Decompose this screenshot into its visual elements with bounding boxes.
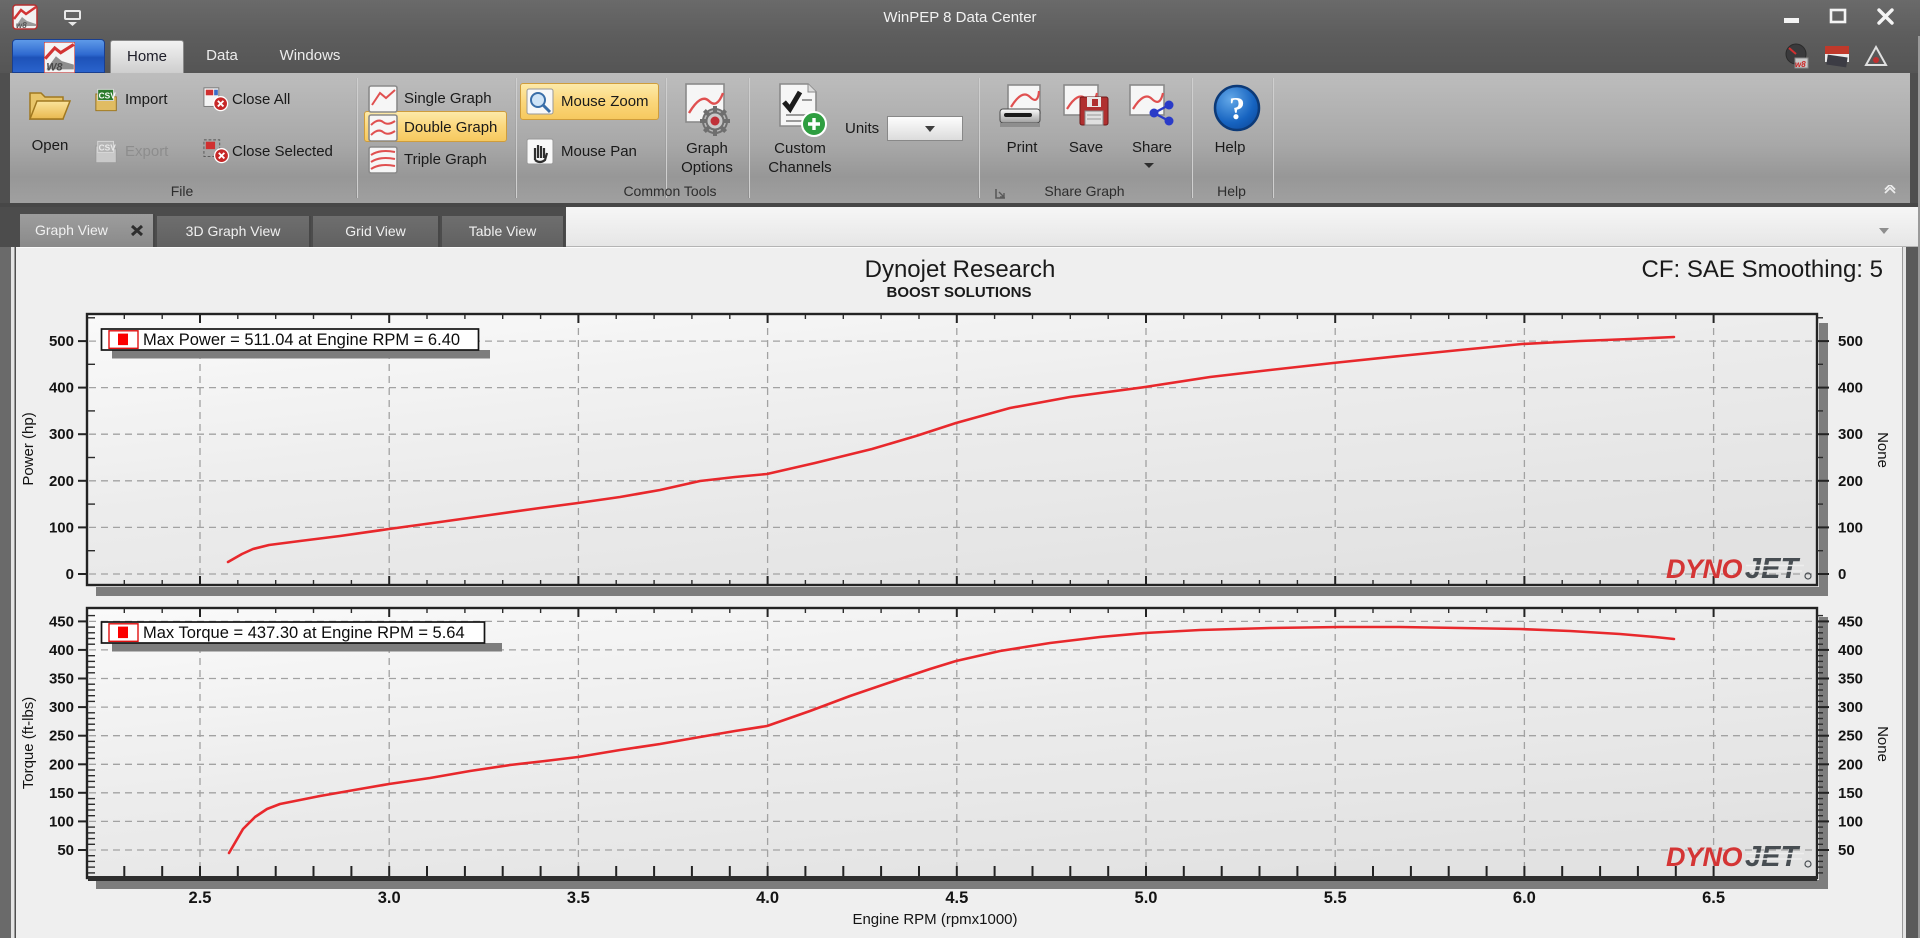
svg-text:400: 400 bbox=[49, 642, 74, 659]
svg-text:500: 500 bbox=[1838, 333, 1863, 350]
svg-text:DYNO: DYNO bbox=[1666, 554, 1743, 584]
svg-text:300: 300 bbox=[1838, 699, 1863, 716]
svg-text:300: 300 bbox=[49, 699, 74, 716]
svg-text:JET: JET bbox=[1745, 841, 1800, 873]
svg-text:4.0: 4.0 bbox=[756, 889, 779, 907]
svg-text:150: 150 bbox=[1838, 785, 1863, 802]
svg-text:200: 200 bbox=[1838, 756, 1863, 773]
svg-text:250: 250 bbox=[49, 728, 74, 745]
svg-text:200: 200 bbox=[1838, 473, 1863, 490]
svg-text:0: 0 bbox=[1838, 566, 1846, 583]
svg-text:100: 100 bbox=[1838, 813, 1863, 830]
svg-text:W8: W8 bbox=[46, 62, 62, 73]
svg-text:CSV: CSV bbox=[99, 143, 117, 153]
svg-text:200: 200 bbox=[49, 756, 74, 773]
svg-text:6.5: 6.5 bbox=[1702, 889, 1725, 907]
svg-text:400: 400 bbox=[1838, 642, 1863, 659]
svg-text:Power (hp): Power (hp) bbox=[20, 412, 37, 485]
svg-text:200: 200 bbox=[49, 473, 74, 490]
svg-text:450: 450 bbox=[1838, 613, 1863, 630]
svg-text:JET: JET bbox=[1745, 553, 1800, 585]
svg-text:?: ? bbox=[1229, 90, 1245, 126]
svg-text:400: 400 bbox=[1838, 380, 1863, 397]
svg-text:300: 300 bbox=[49, 426, 74, 443]
svg-text:100: 100 bbox=[49, 519, 74, 536]
svg-text:3.5: 3.5 bbox=[567, 889, 590, 907]
svg-text:5.0: 5.0 bbox=[1135, 889, 1158, 907]
svg-text:0: 0 bbox=[66, 566, 74, 583]
svg-text:100: 100 bbox=[1838, 519, 1863, 536]
svg-text:w8: w8 bbox=[1795, 60, 1806, 69]
svg-text:None: None bbox=[1874, 726, 1891, 762]
svg-text:2.5: 2.5 bbox=[189, 889, 212, 907]
svg-text:6.0: 6.0 bbox=[1513, 889, 1536, 907]
svg-text:350: 350 bbox=[1838, 671, 1863, 688]
svg-text:4.5: 4.5 bbox=[945, 889, 968, 907]
svg-text:150: 150 bbox=[49, 785, 74, 802]
svg-text:50: 50 bbox=[57, 842, 74, 859]
svg-text:450: 450 bbox=[49, 613, 74, 630]
svg-text:Max Torque = 437.30 at Engine: Max Torque = 437.30 at Engine RPM = 5.64 bbox=[143, 624, 465, 642]
svg-text:5.5: 5.5 bbox=[1324, 889, 1347, 907]
svg-text:350: 350 bbox=[49, 671, 74, 688]
svg-text:Torque (ft-lbs): Torque (ft-lbs) bbox=[20, 697, 37, 790]
svg-text:Engine RPM (rpmx1000): Engine RPM (rpmx1000) bbox=[852, 911, 1017, 928]
svg-text:400: 400 bbox=[49, 380, 74, 397]
svg-text:CSV: CSV bbox=[99, 91, 117, 101]
svg-text:Max Power = 511.04 at Engine R: Max Power = 511.04 at Engine RPM = 6.40 bbox=[143, 331, 460, 349]
svg-text:CF: SAE Smoothing: 5: CF: SAE Smoothing: 5 bbox=[1642, 256, 1883, 283]
svg-text:DYNO: DYNO bbox=[1666, 842, 1743, 872]
svg-text:3.0: 3.0 bbox=[378, 889, 401, 907]
svg-text:100: 100 bbox=[49, 813, 74, 830]
svg-text:Dynojet Research: Dynojet Research bbox=[865, 256, 1056, 283]
svg-text:500: 500 bbox=[49, 333, 74, 350]
svg-text:50: 50 bbox=[1838, 842, 1855, 859]
svg-text:250: 250 bbox=[1838, 728, 1863, 745]
svg-text:BOOST SOLUTIONS: BOOST SOLUTIONS bbox=[886, 284, 1031, 301]
svg-text:300: 300 bbox=[1838, 426, 1863, 443]
svg-text:None: None bbox=[1874, 432, 1891, 468]
